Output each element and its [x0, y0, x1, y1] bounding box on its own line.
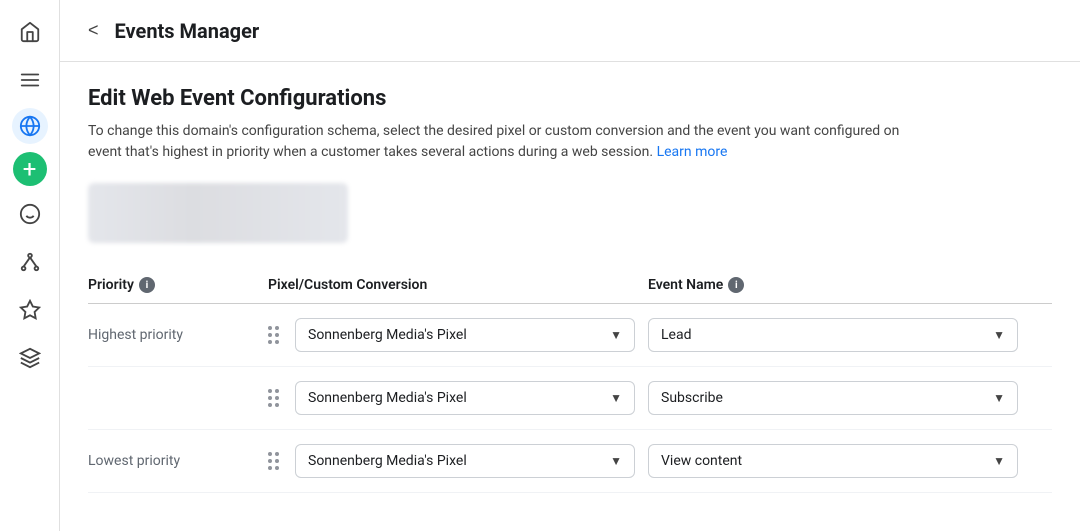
chevron-down-icon: ▼	[993, 328, 1005, 342]
header-title: Events Manager	[115, 19, 260, 43]
table-row: Sonnenberg Media's Pixel ▼ Subscribe ▼	[88, 367, 1052, 430]
pixel-select-1[interactable]: Sonnenberg Media's Pixel ▼	[295, 318, 635, 352]
drag-handle-2[interactable]	[268, 389, 279, 407]
drag-handle-1[interactable]	[268, 326, 279, 344]
priority-info-icon[interactable]: i	[139, 277, 155, 293]
event-cell-3: View content ▼	[648, 444, 1038, 478]
event-cell-1: Lead ▼	[648, 318, 1038, 352]
add-icon[interactable]: +	[13, 152, 47, 186]
pixel-select-2[interactable]: Sonnenberg Media's Pixel ▼	[295, 381, 635, 415]
pixel-cell-2: Sonnenberg Media's Pixel ▼	[268, 381, 648, 415]
drag-handle-3[interactable]	[268, 452, 279, 470]
chevron-down-icon: ▼	[993, 391, 1005, 405]
content-area: Edit Web Event Configurations To change …	[60, 62, 1080, 531]
home-icon[interactable]	[10, 12, 50, 52]
main-content: < Events Manager Edit Web Event Configur…	[60, 0, 1080, 531]
chevron-down-icon: ▼	[610, 328, 622, 342]
event-info-icon[interactable]: i	[728, 277, 744, 293]
pixel-column-header: Pixel/Custom Conversion	[268, 277, 648, 293]
connections-icon[interactable]	[10, 242, 50, 282]
event-select-1[interactable]: Lead ▼	[648, 318, 1018, 352]
event-name-column-header: Event Name i	[648, 277, 1038, 293]
page-description: To change this domain's configuration sc…	[88, 121, 1052, 163]
priority-lowest: Lowest priority	[88, 453, 268, 469]
dashboard-icon[interactable]	[10, 194, 50, 234]
globe-icon[interactable]	[12, 108, 48, 144]
priority-highest: Highest priority	[88, 327, 268, 343]
event-select-3[interactable]: View content ▼	[648, 444, 1018, 478]
event-select-2[interactable]: Subscribe ▼	[648, 381, 1018, 415]
chevron-down-icon: ▼	[993, 454, 1005, 468]
pixel-cell-3: Sonnenberg Media's Pixel ▼	[268, 444, 648, 478]
table-row: Highest priority Sonnenberg Media's Pixe…	[88, 304, 1052, 367]
chevron-down-icon: ▼	[610, 391, 622, 405]
event-cell-2: Subscribe ▼	[648, 381, 1038, 415]
chevron-down-icon: ▼	[610, 454, 622, 468]
pixel-preview	[88, 183, 348, 243]
priority-column-header: Priority i	[88, 277, 268, 293]
page-title: Edit Web Event Configurations	[88, 86, 1052, 111]
pixel-cell-1: Sonnenberg Media's Pixel ▼	[268, 318, 648, 352]
menu-icon[interactable]	[10, 60, 50, 100]
page-header: < Events Manager	[60, 0, 1080, 62]
sidebar: +	[0, 0, 60, 531]
back-button[interactable]: <	[84, 16, 103, 45]
table-row: Lowest priority Sonnenberg Media's Pixel…	[88, 430, 1052, 493]
star-icon[interactable]	[10, 290, 50, 330]
learn-more-link[interactable]: Learn more	[657, 144, 728, 160]
layers-icon[interactable]	[10, 338, 50, 378]
table-header: Priority i Pixel/Custom Conversion Event…	[88, 267, 1052, 304]
pixel-select-3[interactable]: Sonnenberg Media's Pixel ▼	[295, 444, 635, 478]
